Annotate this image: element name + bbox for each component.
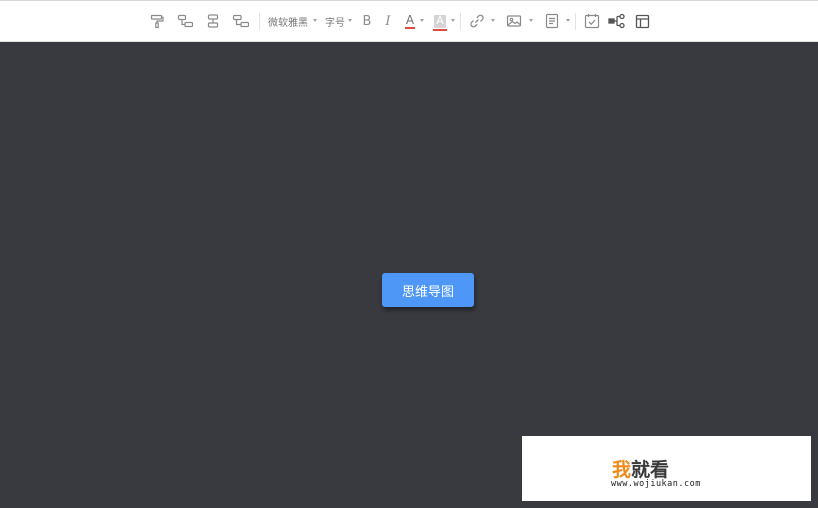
toolbar-divider: [259, 13, 260, 30]
highlight-label: A: [436, 13, 444, 27]
toolbar: 微软雅黑 字号 B I A A: [0, 0, 818, 42]
font-size-value: 字号: [325, 17, 345, 29]
task-icon[interactable]: [583, 10, 601, 32]
link-icon[interactable]: [468, 10, 486, 32]
highlight-color-icon: A: [433, 13, 447, 31]
font-size-select[interactable]: 字号: [324, 10, 346, 32]
child-node-icon[interactable]: [231, 10, 251, 32]
insert-sibling-icon[interactable]: [176, 10, 194, 32]
highlight-color-swatch: [433, 28, 447, 31]
italic-label: I: [385, 13, 391, 29]
watermark-title: 我就看: [612, 455, 669, 482]
toolbar-divider: [460, 13, 461, 30]
watermark-url: www.wojiukan.com: [611, 479, 701, 489]
highlight-color-caret-icon[interactable]: [451, 19, 455, 22]
font-size-caret-icon[interactable]: [348, 19, 352, 22]
root-node[interactable]: 思维导图: [382, 273, 474, 307]
sibling-node-icon[interactable]: [205, 10, 221, 32]
font-color-caret-icon[interactable]: [420, 19, 424, 22]
watermark-char-wo: 我: [612, 459, 632, 481]
toolbar-divider: [575, 13, 576, 30]
layout-icon[interactable]: [633, 10, 651, 32]
note-icon[interactable]: [543, 10, 561, 32]
watermark-logo: 我就看 www.wojiukan.com: [522, 436, 811, 501]
font-family-select[interactable]: 微软雅黑: [266, 10, 310, 32]
mindmap-structure-icon[interactable]: [607, 10, 627, 32]
font-color-button[interactable]: A: [403, 10, 417, 32]
highlight-color-button[interactable]: A: [433, 10, 447, 32]
mindmap-editor: 微软雅黑 字号 B I A A 思维导图 我就看 www.wojiukan.co…: [0, 0, 818, 508]
image-caret-icon[interactable]: [529, 19, 533, 22]
font-family-value: 微软雅黑: [268, 17, 308, 29]
image-icon[interactable]: [505, 10, 523, 32]
font-family-caret-icon[interactable]: [313, 19, 317, 22]
watermark-char-jiukan: 就看: [631, 459, 670, 481]
note-caret-icon[interactable]: [566, 19, 570, 22]
font-color-icon: A: [404, 12, 416, 29]
root-node-label: 思维导图: [401, 284, 454, 300]
bold-label: B: [362, 13, 372, 29]
bold-button[interactable]: B: [360, 10, 374, 32]
font-color-label: A: [405, 12, 415, 27]
italic-button[interactable]: I: [381, 10, 395, 32]
format-painter-icon[interactable]: [148, 10, 166, 32]
font-color-swatch: [404, 26, 416, 29]
link-caret-icon[interactable]: [491, 19, 495, 22]
